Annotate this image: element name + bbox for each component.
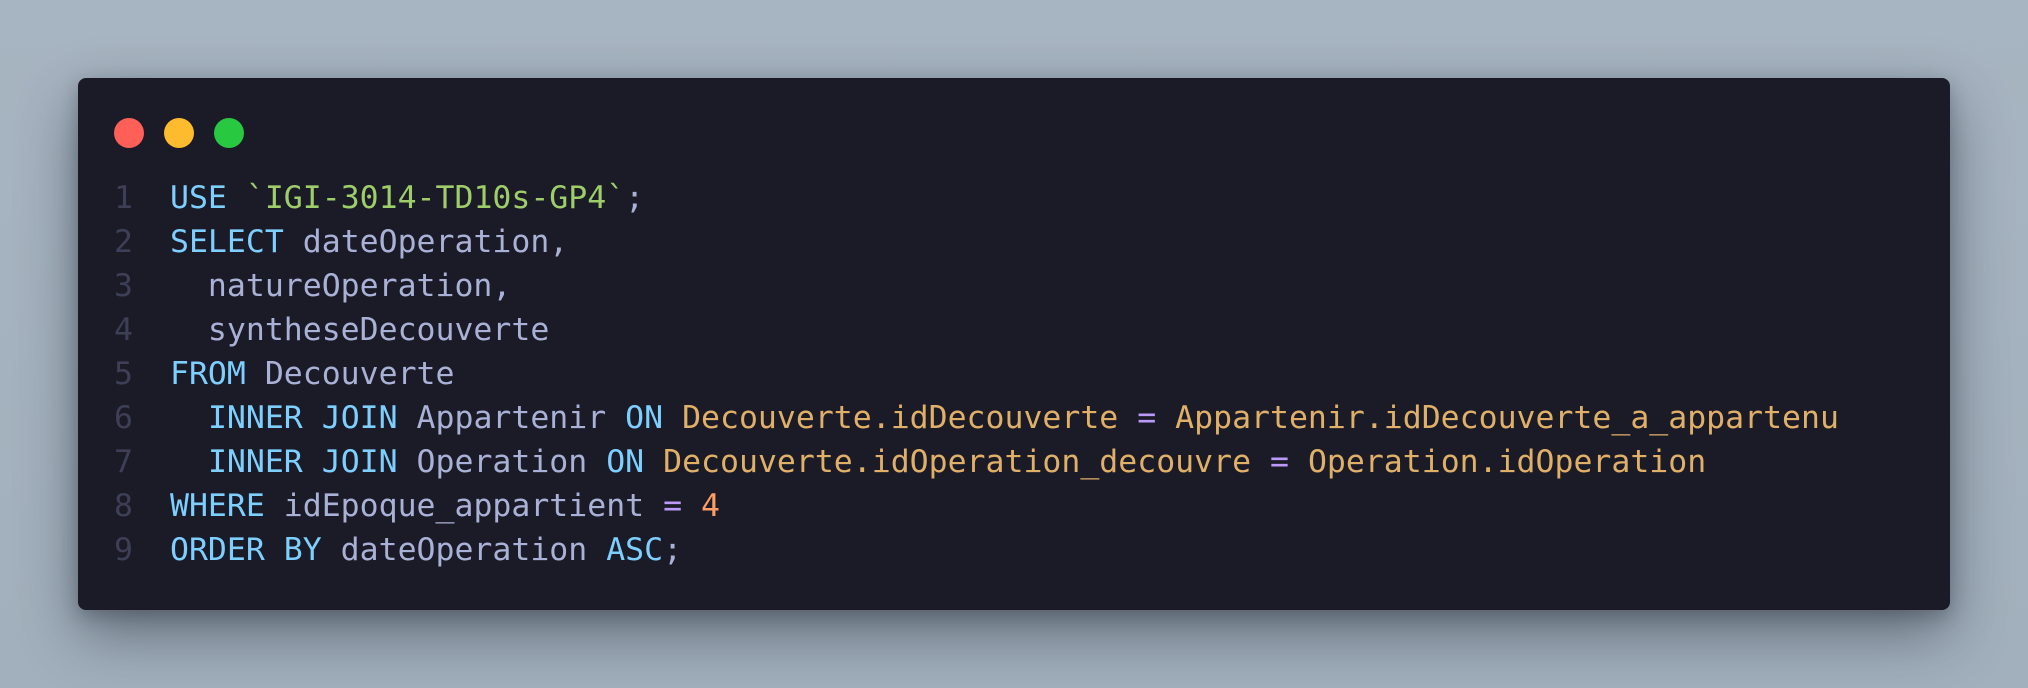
- code-token: Operation.idOperation: [1307, 444, 1707, 480]
- code-token: Appartenir.idDecouverte_a_appartenu: [1175, 400, 1839, 436]
- code-token: =: [1251, 444, 1308, 480]
- code-line: 1 USE `IGI-3014-TD10s-GP4`;: [114, 176, 644, 220]
- code-token: WHERE: [170, 488, 265, 524]
- line-number: 3: [114, 268, 133, 304]
- window-controls: [114, 118, 244, 148]
- line-number: 1: [114, 180, 133, 216]
- line-number: 6: [114, 400, 133, 436]
- code-line: 6 INNER JOIN Appartenir ON Decouverte.id…: [114, 396, 1839, 440]
- minimize-dot-icon[interactable]: [164, 118, 194, 148]
- code-line: 4 syntheseDecouverte: [114, 308, 549, 352]
- code-line: 9 ORDER BY dateOperation ASC;: [114, 528, 682, 572]
- code-line: 7 INNER JOIN Operation ON Decouverte.idO…: [114, 440, 1706, 484]
- code-token: idEpoque_appartient: [264, 488, 664, 524]
- code-token: Decouverte.idDecouverte: [682, 400, 1119, 436]
- code-token: INNER JOIN: [207, 444, 398, 480]
- maximize-dot-icon[interactable]: [214, 118, 244, 148]
- code-token: dateOperation,: [283, 224, 569, 260]
- code-token: Appartenir: [397, 400, 626, 436]
- code-token: ASC: [606, 532, 664, 568]
- code-line: 2 SELECT dateOperation,: [114, 220, 568, 264]
- code-line: 8 WHERE idEpoque_appartient = 4: [114, 484, 720, 528]
- code-token: dateOperation: [321, 532, 607, 568]
- line-number: 5: [114, 356, 133, 392]
- code-token: ;: [663, 532, 683, 568]
- code-line: 5 FROM Decouverte: [114, 352, 454, 396]
- code-token: syntheseDecouverte: [170, 312, 550, 348]
- code-token: `IGI-3014-TD10s-GP4`: [245, 180, 626, 216]
- code-token: ON: [606, 444, 645, 480]
- code-token: FROM: [170, 356, 246, 392]
- line-number: 7: [114, 444, 133, 480]
- close-dot-icon[interactable]: [114, 118, 144, 148]
- code-token: ON: [625, 400, 664, 436]
- code-token: natureOperation,: [170, 268, 512, 304]
- code-token: ORDER BY: [170, 532, 322, 568]
- code-token: 4: [701, 488, 720, 524]
- line-number: 9: [114, 532, 133, 568]
- code-line: 3 natureOperation,: [114, 264, 511, 308]
- code-token: =: [663, 488, 683, 524]
- line-number: 4: [114, 312, 133, 348]
- code-token: INNER JOIN: [207, 400, 398, 436]
- code-token: =: [1118, 400, 1176, 436]
- code-token: ;: [625, 180, 645, 216]
- code-token: Operation: [397, 444, 607, 480]
- code-token: Decouverte.idOperation_decouvre: [663, 444, 1252, 480]
- code-token: SELECT: [170, 224, 284, 260]
- code-token: Decouverte: [245, 356, 455, 392]
- code-token: USE: [170, 180, 227, 216]
- line-number: 2: [114, 224, 133, 260]
- line-number: 8: [114, 488, 133, 524]
